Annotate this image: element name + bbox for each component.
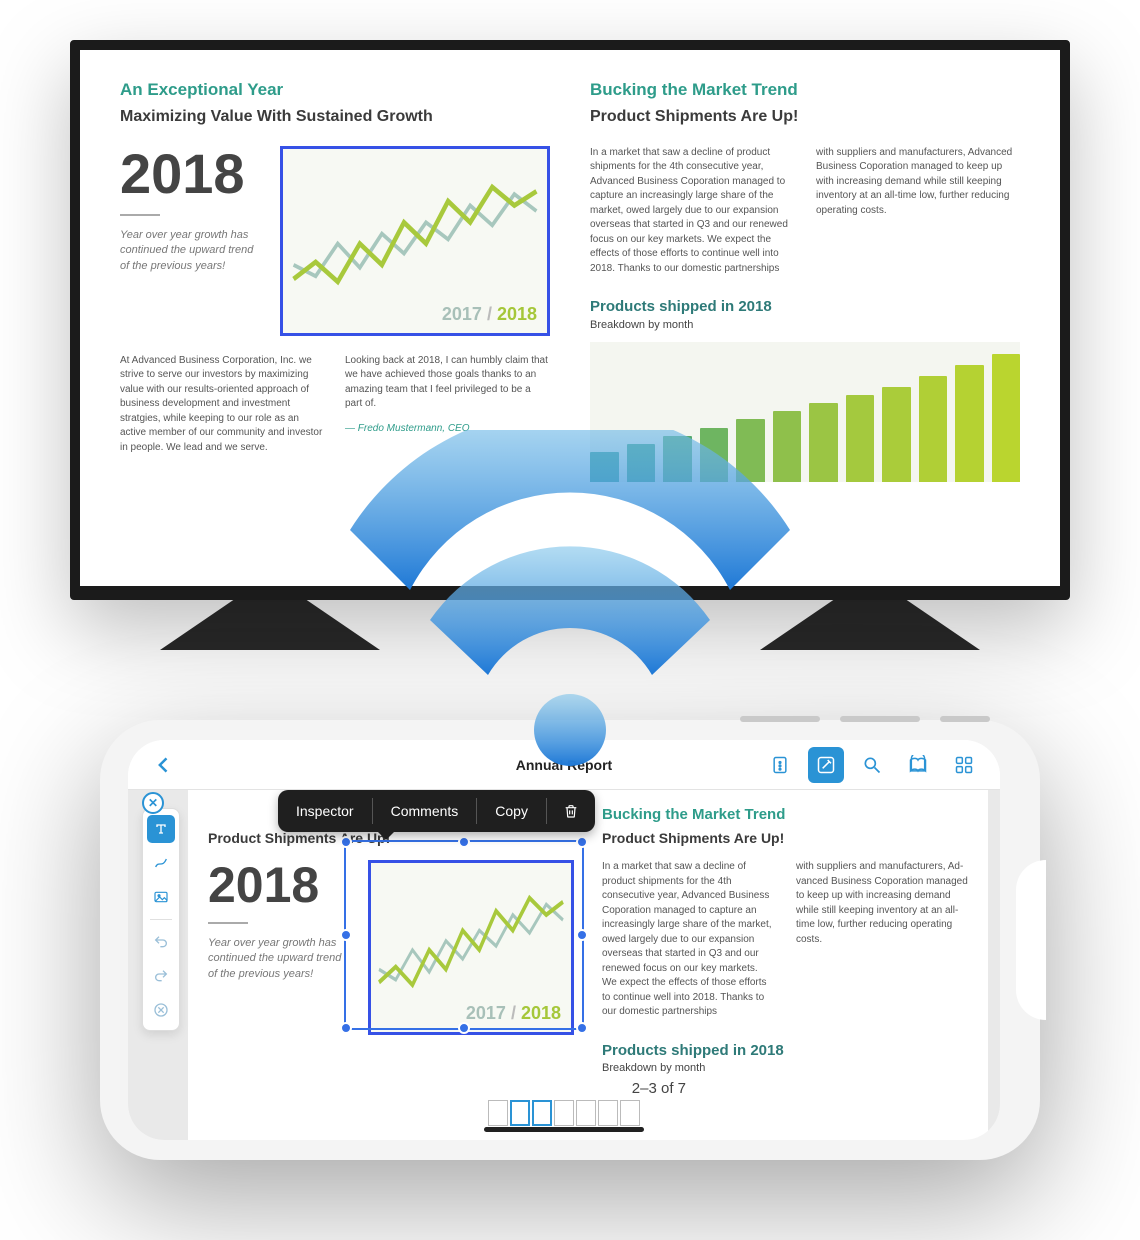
cancel-tool-button[interactable]	[147, 996, 175, 1024]
year-caption: Year over year growth has continued the …	[120, 228, 260, 274]
market-col-1: In a market that saw a decline of produc…	[590, 146, 794, 277]
bar	[846, 395, 875, 482]
document-spread-phone[interactable]: Bucking the Market Trend Product Shipmen…	[188, 790, 988, 1140]
body-col-1: At Advanced Business Corporation, Inc. w…	[120, 354, 325, 456]
market-col-2: with suppliers and manufacturers, Ad­van…	[816, 146, 1020, 277]
divider	[120, 214, 160, 216]
selection-rect[interactable]	[344, 840, 584, 1030]
bar	[919, 376, 948, 482]
annotation-tool-palette	[142, 808, 180, 1031]
right-subheading: Product Shipments Are Up!	[590, 105, 1020, 128]
bar	[700, 428, 729, 482]
context-menu: Inspector Comments Copy	[278, 790, 595, 832]
phone-side-button	[940, 716, 990, 722]
bar	[955, 365, 984, 482]
ctx-comments[interactable]: Comments	[373, 803, 477, 819]
image-tool[interactable]	[147, 883, 175, 911]
close-tools-button[interactable]: ✕	[142, 792, 164, 814]
big-year: 2018	[120, 146, 270, 202]
home-indicator[interactable]	[484, 1127, 644, 1132]
left-subheading: Maximizing Value With Sustained Growth	[120, 105, 550, 128]
quote-attribution: — Fredo Mustermann, CEO	[345, 422, 550, 437]
doc-left-page: An Exceptional Year Maximizing Value Wit…	[120, 78, 550, 586]
bar	[663, 436, 692, 482]
line-chart-selection-tv: 2017 / 2018	[280, 146, 550, 336]
draw-tool[interactable]	[147, 849, 175, 877]
bar	[992, 354, 1021, 482]
ctx-inspector[interactable]: Inspector	[278, 803, 372, 819]
tv-frame: An Exceptional Year Maximizing Value Wit…	[70, 40, 1070, 600]
redo-button[interactable]	[147, 962, 175, 990]
tv-screen: An Exceptional Year Maximizing Value Wit…	[80, 50, 1060, 586]
body-col-2: Looking back at 2018, I can humbly claim…	[345, 354, 550, 456]
thumbnails-button[interactable]	[946, 747, 982, 783]
phone-device: Annual Report ✕	[100, 720, 1040, 1160]
phone-notch	[1016, 860, 1046, 1020]
bar	[736, 419, 765, 482]
year-caption: Year over year growth has continued the …	[208, 936, 348, 982]
search-button[interactable]	[854, 747, 890, 783]
bar-chart	[590, 342, 1020, 482]
page-thumbnails[interactable]	[488, 1100, 640, 1126]
bar	[627, 444, 656, 482]
doc-right-page: Bucking the Market Trend Product Shipmen…	[590, 78, 1020, 586]
chart-legend: 2017 / 2018	[442, 301, 537, 327]
ctx-copy[interactable]: Copy	[477, 803, 546, 819]
outline-button[interactable]	[762, 747, 798, 783]
phone-side-button	[740, 716, 820, 722]
phone-screen: Annual Report ✕	[128, 740, 1000, 1140]
bar	[882, 387, 911, 482]
year-block: 2018 Year over year growth has continued…	[120, 146, 270, 336]
page-indicator: 2–3 of 7	[628, 1077, 690, 1100]
right-subheading: Product Shipments Are Up!	[602, 828, 968, 848]
right-heading: Bucking the Market Trend	[590, 78, 1020, 103]
annotate-button[interactable]	[808, 747, 844, 783]
bookmarks-button[interactable]	[900, 747, 936, 783]
bar	[773, 411, 802, 482]
left-heading: An Exceptional Year	[120, 78, 550, 103]
phone-content-area[interactable]: ✕ Bucking the Market Trend Product Shipm…	[128, 790, 1000, 1140]
phone-side-button	[840, 716, 920, 722]
undo-button[interactable]	[147, 928, 175, 956]
bars-title: Products shipped in 2018	[590, 296, 1020, 318]
bars-subtitle: Breakdown by month	[590, 318, 1020, 334]
ctx-delete[interactable]	[547, 803, 595, 819]
bar	[809, 403, 838, 482]
app-toolbar: Annual Report	[128, 740, 1000, 790]
right-heading: Bucking the Market Trend	[602, 804, 968, 826]
document-spread-tv: An Exceptional Year Maximizing Value Wit…	[80, 50, 1060, 586]
bar	[590, 452, 619, 482]
back-button[interactable]	[146, 747, 182, 783]
big-year: 2018	[208, 860, 358, 910]
text-tool[interactable]	[147, 815, 175, 843]
